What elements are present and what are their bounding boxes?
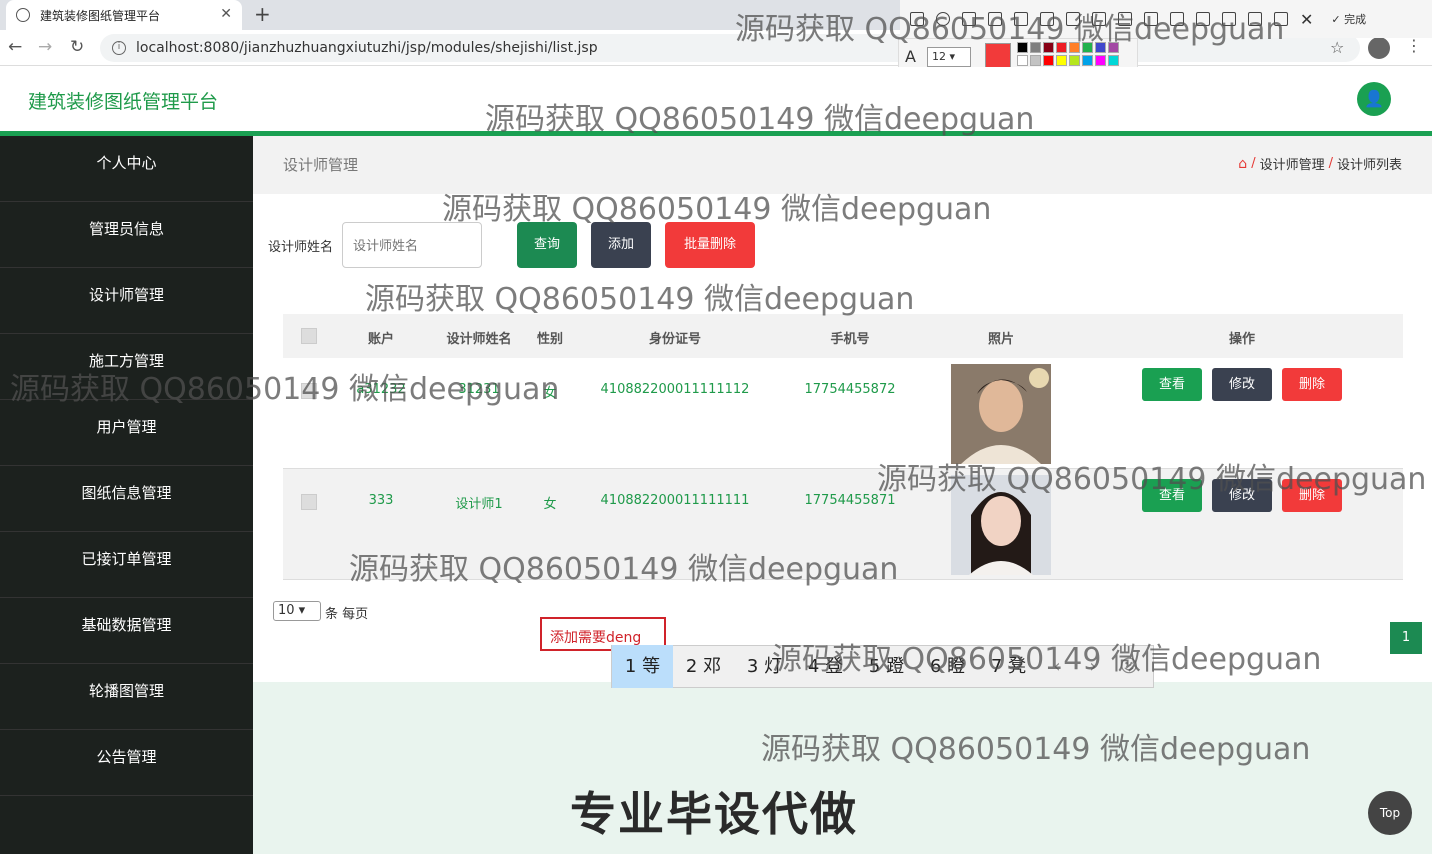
sidebar-item-designer[interactable]: 设计师管理 (0, 268, 253, 334)
promo-text: 专业毕设代做 (570, 787, 858, 841)
batch-delete-button[interactable]: 批量删除 (665, 222, 755, 268)
watermark: 源码获取 QQ86050149 微信deepguan (761, 732, 1311, 767)
edit-button[interactable]: 修改 (1212, 368, 1272, 401)
back-to-top-button[interactable]: Top (1368, 791, 1412, 835)
site-favicon-icon (16, 8, 30, 22)
watermark: 源码获取 QQ86050149 微信deepguan (772, 642, 1322, 677)
page-number-button[interactable]: 1 (1390, 622, 1422, 654)
designer-name-search-input[interactable] (342, 222, 482, 268)
sidebar-item-admin[interactable]: 管理员信息 (0, 202, 253, 268)
watermark: 源码获取 QQ86050149 微信deepguan (349, 552, 899, 587)
snap-done-button[interactable]: ✓ 完成 (1331, 11, 1366, 27)
col-ops: 操作 (1228, 332, 1255, 347)
cell-id-card: 410882200011111112 (600, 382, 750, 397)
sidebar-item-carousel[interactable]: 轮播图管理 (0, 664, 253, 730)
color-swatch[interactable] (1017, 55, 1028, 66)
col-account: 账户 (367, 332, 394, 347)
site-info-icon[interactable]: i (112, 41, 126, 55)
new-tab-icon[interactable]: + (254, 2, 271, 26)
search-label: 设计师姓名 (268, 240, 334, 255)
home-icon[interactable]: ⌂ (1238, 156, 1247, 172)
breadcrumb-level1[interactable]: 设计师管理 (1260, 154, 1325, 173)
watermark: 源码获取 QQ86050149 微信deepguan (877, 462, 1427, 497)
row-checkbox[interactable] (301, 494, 317, 510)
color-swatch[interactable] (1069, 55, 1080, 66)
breadcrumb-sep: / (1251, 156, 1256, 171)
browser-tab[interactable]: 建筑装修图纸管理平台 ✕ (6, 0, 242, 30)
forward-icon[interactable]: → (38, 37, 52, 57)
watermark: 源码获取 QQ86050149 微信deepguan (365, 282, 915, 317)
font-icon: A (905, 47, 916, 66)
sidebar-item-users[interactable]: 用户管理 (0, 400, 253, 466)
profile-icon[interactable] (1368, 37, 1390, 59)
page-size-value: 10 (278, 603, 295, 618)
cell-account: 333 (368, 493, 394, 508)
breadcrumb-level2: 设计师列表 (1336, 158, 1402, 173)
cell-name: 设计师1 (455, 497, 503, 512)
back-icon[interactable]: ← (8, 37, 22, 57)
page-title: 设计师管理 (283, 156, 359, 174)
view-button[interactable]: 查看 (1142, 368, 1202, 401)
color-swatch[interactable] (1082, 55, 1093, 66)
cell-gender: 女 (543, 497, 557, 512)
color-swatch[interactable] (1095, 55, 1106, 66)
color-swatch[interactable] (1043, 55, 1054, 66)
watermark: 源码获取 QQ86050149 微信deepguan (485, 102, 1035, 137)
color-swatch[interactable] (1056, 55, 1067, 66)
col-id-card: 身份证号 (648, 332, 701, 347)
bookmark-star-icon[interactable]: ☆ (1330, 38, 1344, 57)
query-button[interactable]: 查询 (517, 222, 577, 268)
cell-phone: 17754455872 (804, 382, 896, 397)
sidebar-item-profile[interactable]: 个人中心 (0, 136, 253, 202)
browser-menu-icon[interactable]: ⋮ (1406, 36, 1422, 55)
color-swatch[interactable] (1108, 55, 1119, 66)
col-phone: 手机号 (830, 332, 870, 347)
ime-candidate[interactable]: 2 邓 (673, 645, 734, 688)
col-photo: 照片 (987, 332, 1014, 347)
page-size-suffix: 条 每页 (325, 607, 369, 622)
watermark: 源码获取 QQ86050149 微信deepguan (442, 192, 992, 227)
ime-candidate[interactable]: 1 等 (612, 645, 673, 688)
tab-title: 建筑装修图纸管理平台 (40, 8, 161, 23)
sidebar: 个人中心 管理员信息 设计师管理 施工方管理 用户管理 图纸信息管理 已接订单管… (0, 136, 253, 854)
watermark: 源码获取 QQ86050149 微信deepguan (735, 12, 1285, 47)
delete-button[interactable]: 删除 (1282, 368, 1342, 401)
add-button[interactable]: 添加 (591, 222, 651, 268)
sidebar-item-notice[interactable]: 公告管理 (0, 730, 253, 796)
watermark: 源码获取 QQ86050149 微信deepguan (10, 372, 560, 407)
app-title: 建筑装修图纸管理平台 (28, 91, 219, 113)
user-avatar-icon[interactable]: 👤 (1357, 82, 1391, 116)
cell-id-card: 410882200011111111 (600, 493, 750, 508)
reload-icon[interactable]: ↻ (70, 37, 84, 57)
table-header: 账户 设计师姓名 性别 身份证号 手机号 照片 操作 (283, 314, 1403, 358)
color-swatch[interactable] (1030, 55, 1041, 66)
select-all-checkbox[interactable] (301, 328, 317, 344)
sidebar-item-orders[interactable]: 已接订单管理 (0, 532, 253, 598)
cancel-snap-icon[interactable]: ✕ (1300, 10, 1313, 29)
col-gender: 性别 (536, 332, 563, 347)
tab-close-icon[interactable]: ✕ (220, 6, 232, 22)
font-size-select[interactable]: 12 ▾ (927, 47, 971, 67)
col-name: 设计师姓名 (446, 332, 512, 347)
designer-photo (951, 364, 1051, 464)
sidebar-item-drawings[interactable]: 图纸信息管理 (0, 466, 253, 532)
breadcrumb: ⌂ / 设计师管理 / 设计师列表 (1238, 154, 1402, 174)
url-text: localhost:8080/jianzhuzhuangxiutuzhi/jsp… (136, 40, 598, 56)
breadcrumb-sep: / (1328, 156, 1333, 171)
page-size-select[interactable]: 10 ▾ (273, 601, 321, 621)
sidebar-item-basedata[interactable]: 基础数据管理 (0, 598, 253, 664)
